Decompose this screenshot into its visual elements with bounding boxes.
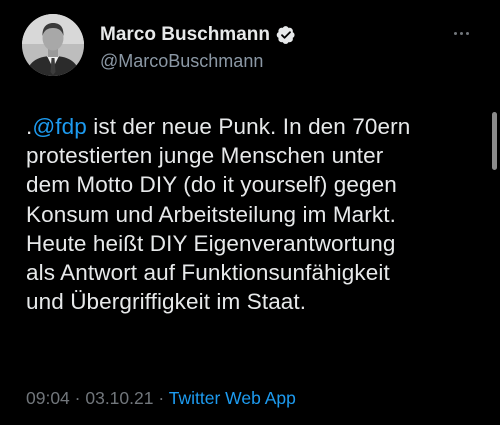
- mention-link[interactable]: @fdp: [32, 114, 87, 139]
- tweet: Marco Buschmann @MarcoBuschmann .@fdp is…: [0, 0, 500, 425]
- tweet-line: Konsum und Arbeitsteilung im Markt.: [26, 201, 396, 227]
- tweet-line: und Übergriffigkeit im Staat.: [26, 289, 307, 315]
- avatar[interactable]: [22, 14, 84, 76]
- author-display-name[interactable]: Marco Buschmann: [100, 24, 270, 46]
- meta-separator: ·: [69, 388, 86, 408]
- tweet-line: protestierten junge Menschen unter: [26, 143, 384, 169]
- tweet-line: .@fdp ist der neue Punk. In den 70ern: [26, 112, 486, 141]
- tweet-meta: 09:04 · 03.10.21 · Twitter Web App: [26, 388, 296, 409]
- verified-badge-icon: [276, 25, 296, 45]
- tweet-date[interactable]: 03.10.21: [85, 388, 153, 408]
- more-dot: [454, 31, 457, 35]
- meta-separator: ·: [153, 388, 169, 408]
- tweet-line-rest: ist der neue Punk. In den 70ern: [86, 114, 411, 139]
- tweet-time[interactable]: 09:04: [26, 388, 70, 408]
- tweet-source-link[interactable]: Twitter Web App: [169, 388, 296, 408]
- tweet-line: dem Motto DIY (do it yourself) gegen: [26, 172, 397, 198]
- more-options-icon[interactable]: [454, 28, 476, 38]
- tweet-text: .@fdp ist der neue Punk. In den 70ern pr…: [26, 112, 486, 316]
- more-dot: [466, 31, 469, 35]
- author-block: Marco Buschmann @MarcoBuschmann: [100, 24, 296, 72]
- tweet-line: als Antwort auf Funktionsunfähigkeit: [26, 260, 390, 286]
- avatar-portrait-icon: [22, 14, 84, 76]
- tweet-line: Heute heißt DIY Eigenverantwortung: [26, 230, 396, 256]
- author-name-row: Marco Buschmann: [100, 24, 296, 46]
- more-dot: [460, 31, 463, 35]
- scrollbar-thumb[interactable]: [492, 112, 497, 170]
- author-handle[interactable]: @MarcoBuschmann: [100, 51, 296, 72]
